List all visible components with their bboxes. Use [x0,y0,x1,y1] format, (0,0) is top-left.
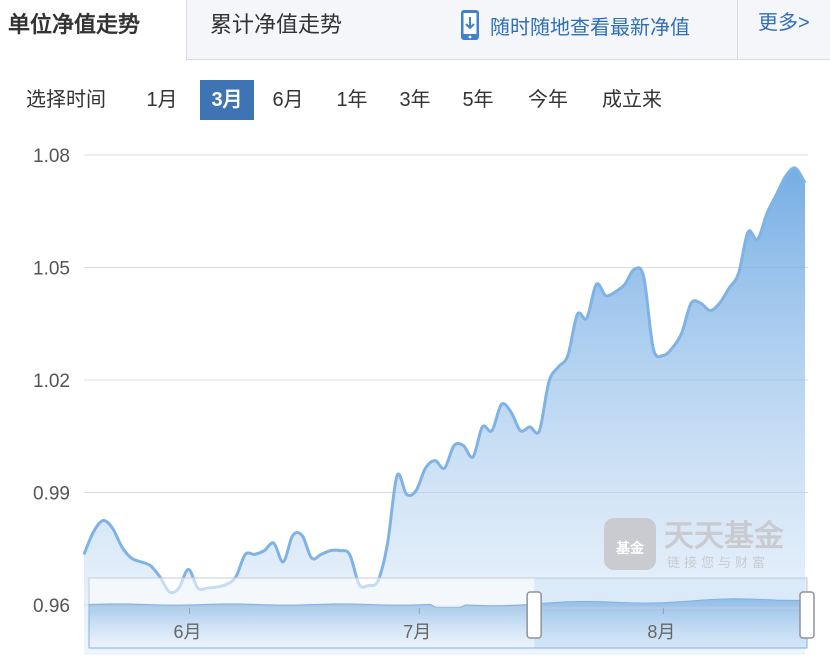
tab-bar: 单位净值走势 累计净值走势 随时随地查看最新净值 更多> [0,0,830,61]
time-option-ytd[interactable]: 今年 [520,80,576,120]
y-tick-label: 1.08 [33,146,70,167]
time-option-3m[interactable]: 3月 [200,80,254,120]
more-link[interactable]: 更多> [758,0,810,46]
phone-download-icon [461,10,479,40]
app-download-link[interactable]: 随时随地查看最新净值 [460,0,690,50]
time-selector: 选择时间 1月 3月 6月 1年 3年 5年 今年 成立来 [0,80,830,120]
y-tick-label: 1.02 [33,371,70,392]
watermark-badge: 基金 [616,540,645,557]
watermark: 基金 天天基金 链接您与财富 [604,518,785,571]
navigator-left-handle[interactable] [526,591,542,639]
y-tick-label: 0.99 [33,484,70,505]
y-tick-label: 1.05 [33,259,70,280]
y-tick-label: 0.96 [33,596,70,617]
divider [737,0,738,60]
navigator-month-label: 6月 [174,622,202,642]
range-navigator[interactable]: 6月 7月 8月 [88,577,815,649]
time-selector-label: 选择时间 [26,89,106,111]
time-option-6m[interactable]: 6月 [266,80,310,120]
time-option-inception[interactable]: 成立来 [594,80,670,120]
time-option-1m[interactable]: 1月 [140,80,184,120]
tab-unit-nav[interactable]: 单位净值走势 [0,0,187,61]
tab-cumulative-nav[interactable]: 累计净值走势 [210,0,342,60]
app-download-label: 随时随地查看最新净值 [490,16,690,39]
time-option-5y[interactable]: 5年 [456,80,500,120]
navigator-right-handle[interactable] [799,591,815,639]
watermark-title: 天天基金 [664,519,785,554]
watermark-slogan: 链接您与财富 [667,555,769,571]
time-option-3y[interactable]: 3年 [393,80,437,120]
navigator-month-label: 7月 [403,622,431,642]
y-axis: 0.96 0.99 1.02 1.05 1.08 [33,146,70,617]
nav-chart: 0.96 0.99 1.02 1.05 1.08 基金 天天基金 链接您与财富 6月 7月… [33,146,815,656]
time-option-1y[interactable]: 1年 [330,80,374,120]
navigator-month-label: 8月 [647,622,675,642]
